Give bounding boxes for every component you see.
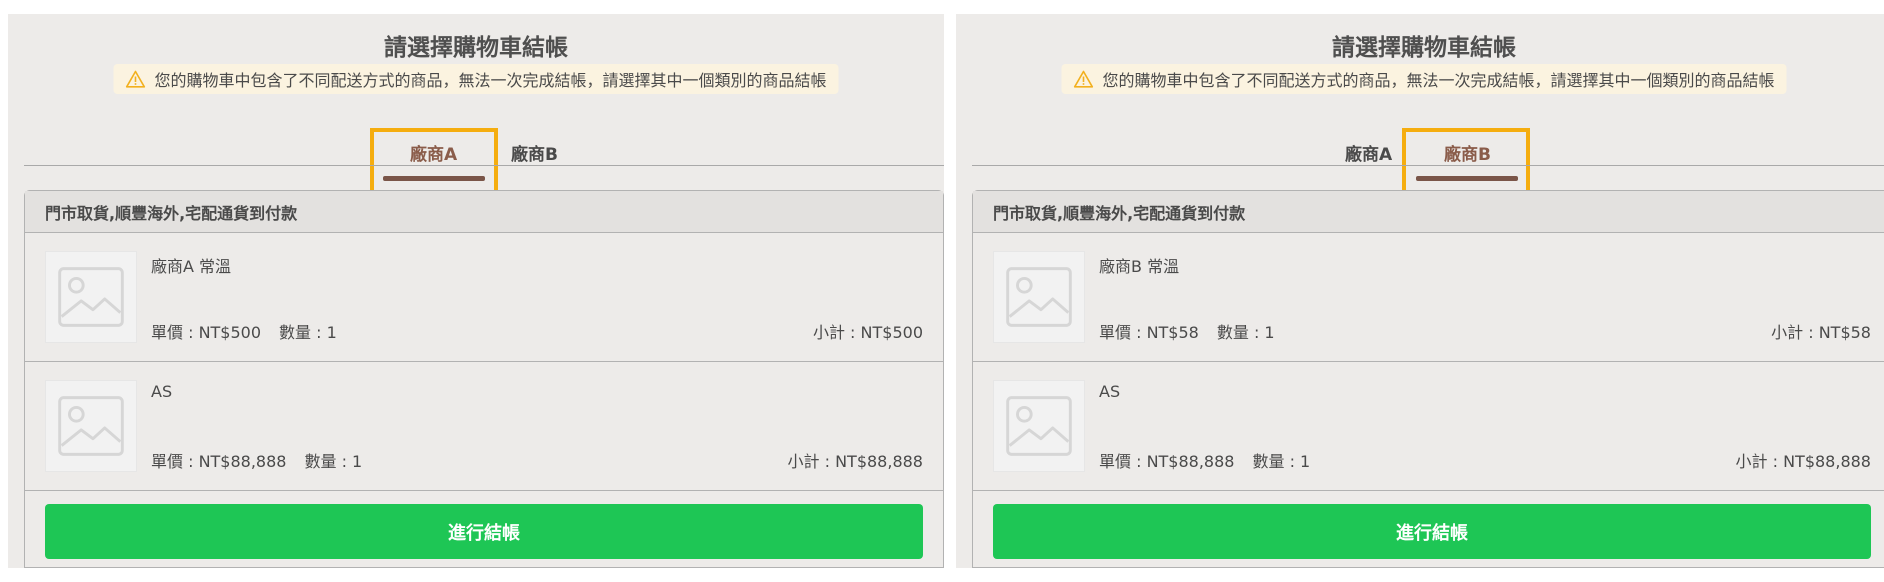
cart-section: 門市取貨,順豐海外,宅配通貨到付款 廠商A 常溫 單價 : NT$500 數量 :…	[24, 190, 944, 568]
page-title: 請選擇購物車結帳	[384, 35, 568, 61]
item-qty: 數量 : 1	[304, 452, 363, 471]
item-name: 廠商B 常溫	[1099, 257, 1180, 276]
tab-vendor-a[interactable]: 廠商A	[1345, 140, 1392, 165]
cart-item: 廠商B 常溫 單價 : NT$58 數量 : 1 小計 : NT$58	[973, 233, 1884, 362]
cart-section: 門市取貨,順豐海外,宅配通貨到付款 廠商B 常溫 單價 : NT$58 數量 : …	[972, 190, 1884, 568]
image-placeholder-icon	[993, 380, 1085, 472]
item-price: 單價 : NT$58	[1099, 323, 1199, 342]
item-subtotal: 小計 : NT$58	[1771, 323, 1871, 342]
tab-active-underline	[383, 176, 485, 181]
warning-icon	[125, 70, 146, 88]
warning-banner: 您的購物車中包含了不同配送方式的商品，無法一次完成結帳，請選擇其中一個類別的商品…	[1061, 64, 1787, 94]
tab-active-underline	[1416, 176, 1518, 181]
cart-item: AS 單價 : NT$88,888 數量 : 1 小計 : NT$88,888	[25, 362, 943, 491]
tab-vendor-b[interactable]: 廠商B	[511, 140, 558, 165]
item-meta: 單價 : NT$58 數量 : 1	[1099, 319, 1275, 343]
image-placeholder-icon	[993, 251, 1085, 343]
checkout-button[interactable]: 進行結帳	[45, 504, 923, 559]
tab-divider	[972, 165, 1884, 166]
item-price: 單價 : NT$88,888	[1099, 452, 1235, 471]
item-subtotal: 小計 : NT$88,888	[787, 452, 923, 471]
warning-text: 您的購物車中包含了不同配送方式的商品，無法一次完成結帳，請選擇其中一個類別的商品…	[154, 71, 827, 90]
item-name: AS	[1099, 382, 1121, 401]
cart-panel-left: 請選擇購物車結帳 您的購物車中包含了不同配送方式的商品，無法一次完成結帳，請選擇…	[8, 14, 944, 568]
item-name: AS	[151, 382, 173, 401]
item-qty: 數量 : 1	[279, 323, 337, 342]
item-meta: 單價 : NT$88,888 數量 : 1	[151, 448, 362, 472]
vendor-tabs: 廠商A 廠商B	[8, 128, 944, 194]
section-title: 門市取貨,順豐海外,宅配通貨到付款	[973, 191, 1884, 233]
item-qty: 數量 : 1	[1216, 323, 1275, 342]
vendor-tabs: 廠商A 廠商B	[956, 128, 1884, 194]
item-name: 廠商A 常溫	[151, 257, 232, 276]
image-placeholder-icon	[45, 380, 137, 472]
tab-vendor-a[interactable]: 廠商A	[410, 140, 457, 165]
item-price: 單價 : NT$500	[151, 323, 262, 342]
cart-item: 廠商A 常溫 單價 : NT$500 數量 : 1 小計 : NT$500	[25, 233, 943, 362]
item-subtotal: 小計 : NT$88,888	[1735, 452, 1871, 471]
item-price: 單價 : NT$88,888	[151, 452, 287, 471]
warning-text: 您的購物車中包含了不同配送方式的商品，無法一次完成結帳，請選擇其中一個類別的商品…	[1102, 71, 1775, 90]
item-qty: 數量 : 1	[1252, 452, 1311, 471]
image-placeholder-icon	[45, 251, 137, 343]
cart-panel-right: 請選擇購物車結帳 您的購物車中包含了不同配送方式的商品，無法一次完成結帳，請選擇…	[956, 14, 1884, 568]
warning-banner: 您的購物車中包含了不同配送方式的商品，無法一次完成結帳，請選擇其中一個類別的商品…	[113, 64, 839, 94]
cart-item: AS 單價 : NT$88,888 數量 : 1 小計 : NT$88,888	[973, 362, 1884, 491]
tab-divider	[24, 165, 944, 166]
section-title: 門市取貨,順豐海外,宅配通貨到付款	[25, 191, 943, 233]
item-meta: 單價 : NT$500 數量 : 1	[151, 319, 337, 343]
item-meta: 單價 : NT$88,888 數量 : 1	[1099, 448, 1310, 472]
item-subtotal: 小計 : NT$500	[812, 323, 923, 342]
checkout-button[interactable]: 進行結帳	[993, 504, 1871, 559]
page-title: 請選擇購物車結帳	[1332, 35, 1516, 61]
warning-icon	[1073, 70, 1094, 88]
tab-vendor-b[interactable]: 廠商B	[1444, 140, 1491, 165]
